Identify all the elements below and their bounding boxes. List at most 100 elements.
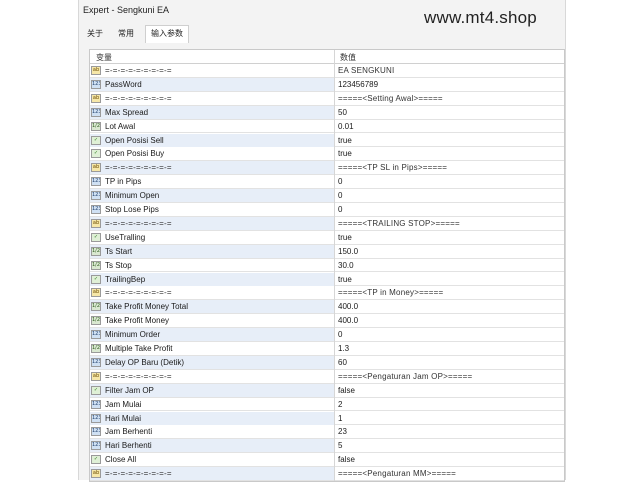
variable-cell[interactable]: 123 Hari Mulai (90, 411, 334, 425)
table-row[interactable]: ab =-=-=-=-=-=-=-=-= =====<TP SL in Pips>=… (90, 161, 564, 176)
table-row[interactable]: 1/2 Ts Stop 30.0 (90, 259, 564, 273)
table-row[interactable]: 123 Delay OP Baru (Detik) 60 (90, 355, 564, 370)
variable-value[interactable]: 123456789 (338, 80, 378, 89)
variable-value[interactable]: 1.3 (338, 344, 349, 353)
variable-value[interactable]: =====<TRAILING STOP>===== (338, 219, 460, 228)
table-row[interactable]: ab =-=-=-=-=-=-=-=-= =====<Pengaturan Jam … (90, 370, 564, 384)
variable-value[interactable]: 400.0 (338, 316, 358, 325)
variable-value[interactable]: true (338, 136, 352, 145)
variable-cell[interactable]: 1/2 Multiple Take Profit (90, 342, 334, 355)
table-row[interactable]: ab =-=-=-=-=-=-=-=-= =====<Setting Awal>==… (90, 92, 564, 106)
table-row[interactable]: 123 Hari Berhenti 5 (90, 439, 564, 454)
column-header-variable[interactable]: 变量 (96, 52, 112, 63)
variable-value[interactable]: =====<Pengaturan MM>===== (338, 469, 456, 478)
variable-value[interactable]: false (338, 386, 355, 395)
table-row[interactable]: 123 Jam Berhenti 23 (90, 425, 564, 440)
table-row[interactable]: 123 TP in Pips 0 (90, 175, 564, 190)
table-row[interactable]: 1/2 Take Profit Money Total 400.0 (90, 300, 564, 315)
variable-cell[interactable]: ✓ Close All (90, 453, 334, 466)
variable-value[interactable]: 5 (338, 441, 342, 450)
table-row[interactable]: 123 Max Spread 50 (90, 105, 564, 120)
tab-inputs[interactable]: 输入参数 (145, 25, 189, 43)
variable-cell[interactable]: ✓ Open Posisi Buy (90, 147, 334, 160)
column-header-value[interactable]: 数值 (340, 52, 356, 63)
variable-cell[interactable]: 123 Max Spread (90, 105, 334, 119)
variable-value[interactable]: EA SENGKUNI (338, 66, 394, 75)
variable-cell[interactable]: 123 PassWord (90, 77, 334, 91)
table-row[interactable]: 123 Hari Mulai 1 (90, 411, 564, 426)
variable-cell[interactable]: ✓ Filter Jam OP (90, 383, 334, 397)
variable-value[interactable]: true (338, 275, 352, 284)
column-divider[interactable] (334, 50, 335, 481)
variable-cell[interactable]: 123 Jam Mulai (90, 398, 334, 411)
table-row[interactable]: 1/2 Multiple Take Profit 1.3 (90, 342, 564, 356)
variable-cell[interactable]: ab =-=-=-=-=-=-=-=-= (90, 216, 334, 230)
variable-value[interactable]: 0.01 (338, 122, 354, 131)
variable-cell[interactable]: 1/2 Take Profit Money Total (90, 300, 334, 314)
variable-value[interactable]: 400.0 (338, 302, 358, 311)
int-type-icon: 123 (91, 107, 101, 117)
table-row[interactable]: ✓ Close All false (90, 453, 564, 468)
variable-value[interactable]: 1 (338, 414, 342, 423)
variable-cell[interactable]: 123 Stop Lose Pips (90, 203, 334, 216)
variable-value[interactable]: 30.0 (338, 261, 354, 270)
variable-value[interactable]: 50 (338, 108, 347, 117)
variable-cell[interactable]: ab =-=-=-=-=-=-=-=-= (90, 370, 334, 383)
variable-cell[interactable]: ab =-=-=-=-=-=-=-=-= (90, 286, 334, 299)
variable-cell[interactable]: 123 TP in Pips (90, 175, 334, 188)
variable-cell[interactable]: ✓ UseTralling (90, 231, 334, 244)
variable-value[interactable]: =====<TP in Money>===== (338, 288, 443, 297)
variable-cell[interactable]: ab =-=-=-=-=-=-=-=-= (90, 467, 334, 481)
bool-type-icon: ✓ (91, 274, 101, 284)
variable-name: Take Profit Money (105, 316, 170, 326)
table-row[interactable]: 123 Minimum Order 0 (90, 328, 564, 342)
table-row[interactable]: 123 PassWord 123456789 (90, 77, 564, 92)
table-row[interactable]: ab =-=-=-=-=-=-=-=-= EA SENGKUNI (90, 64, 564, 78)
tab-about[interactable]: 关于 (83, 26, 107, 42)
table-row[interactable]: 123 Minimum Open 0 (90, 189, 564, 203)
table-row[interactable]: 123 Jam Mulai 2 (90, 398, 564, 412)
variable-cell[interactable]: 123 Minimum Order (90, 328, 334, 342)
variable-cell[interactable]: ab =-=-=-=-=-=-=-=-= (90, 161, 334, 175)
variable-cell[interactable]: 1/2 Ts Stop (90, 259, 334, 272)
variable-cell[interactable]: 123 Delay OP Baru (Detik) (90, 355, 334, 369)
variable-value[interactable]: 150.0 (338, 247, 358, 256)
variable-value[interactable]: true (338, 149, 352, 158)
table-row[interactable]: 1/2 Take Profit Money 400.0 (90, 314, 564, 329)
variable-cell[interactable]: ✓ Open Posisi Sell (90, 133, 334, 147)
variable-cell[interactable]: 123 Minimum Open (90, 189, 334, 203)
table-row[interactable]: ✓ UseTralling true (90, 231, 564, 245)
table-row[interactable]: ✓ TrailingBep true (90, 272, 564, 287)
tab-common[interactable]: 常用 (113, 26, 139, 42)
variable-cell[interactable]: 1/2 Take Profit Money (90, 314, 334, 327)
table-row[interactable]: ab =-=-=-=-=-=-=-=-= =====<TRAILING STOP>=… (90, 216, 564, 231)
table-row[interactable]: ab =-=-=-=-=-=-=-=-= =====<Pengaturan MM>=… (90, 467, 564, 481)
variable-cell[interactable]: ab =-=-=-=-=-=-=-=-= (90, 92, 334, 105)
int-type-icon: 123 (91, 205, 101, 214)
variable-value[interactable]: =====<Setting Awal>===== (338, 94, 443, 103)
variable-value[interactable]: 60 (338, 358, 347, 367)
table-row[interactable]: ab =-=-=-=-=-=-=-=-= =====<TP in Money>===… (90, 286, 564, 301)
variable-value[interactable]: 0 (338, 191, 342, 200)
variable-value[interactable]: true (338, 233, 352, 242)
variable-value[interactable]: =====<TP SL in Pips>===== (338, 163, 447, 172)
variable-value[interactable]: 2 (338, 400, 342, 409)
variable-value[interactable]: =====<Pengaturan Jam OP>===== (338, 372, 472, 381)
variable-value[interactable]: 23 (338, 427, 347, 436)
variable-cell[interactable]: ab =-=-=-=-=-=-=-=-= (90, 64, 334, 77)
variable-cell[interactable]: 123 Jam Berhenti (90, 425, 334, 438)
table-row[interactable]: 1/2 Lot Awal 0.01 (90, 120, 564, 134)
variable-value[interactable]: 0 (338, 205, 342, 214)
variable-value[interactable]: 0 (338, 177, 342, 186)
variable-value[interactable]: 0 (338, 330, 342, 339)
table-row[interactable]: 123 Stop Lose Pips 0 (90, 203, 564, 217)
variable-cell[interactable]: ✓ TrailingBep (90, 272, 334, 286)
variable-cell[interactable]: 1/2 Lot Awal (90, 120, 334, 133)
table-row[interactable]: ✓ Open Posisi Sell true (90, 133, 564, 148)
variable-cell[interactable]: 1/2 Ts Start (90, 244, 334, 258)
variable-value[interactable]: false (338, 455, 355, 464)
table-row[interactable]: ✓ Open Posisi Buy true (90, 147, 564, 162)
table-row[interactable]: 1/2 Ts Start 150.0 (90, 244, 564, 259)
table-row[interactable]: ✓ Filter Jam OP false (90, 383, 564, 398)
variable-cell[interactable]: 123 Hari Berhenti (90, 439, 334, 453)
